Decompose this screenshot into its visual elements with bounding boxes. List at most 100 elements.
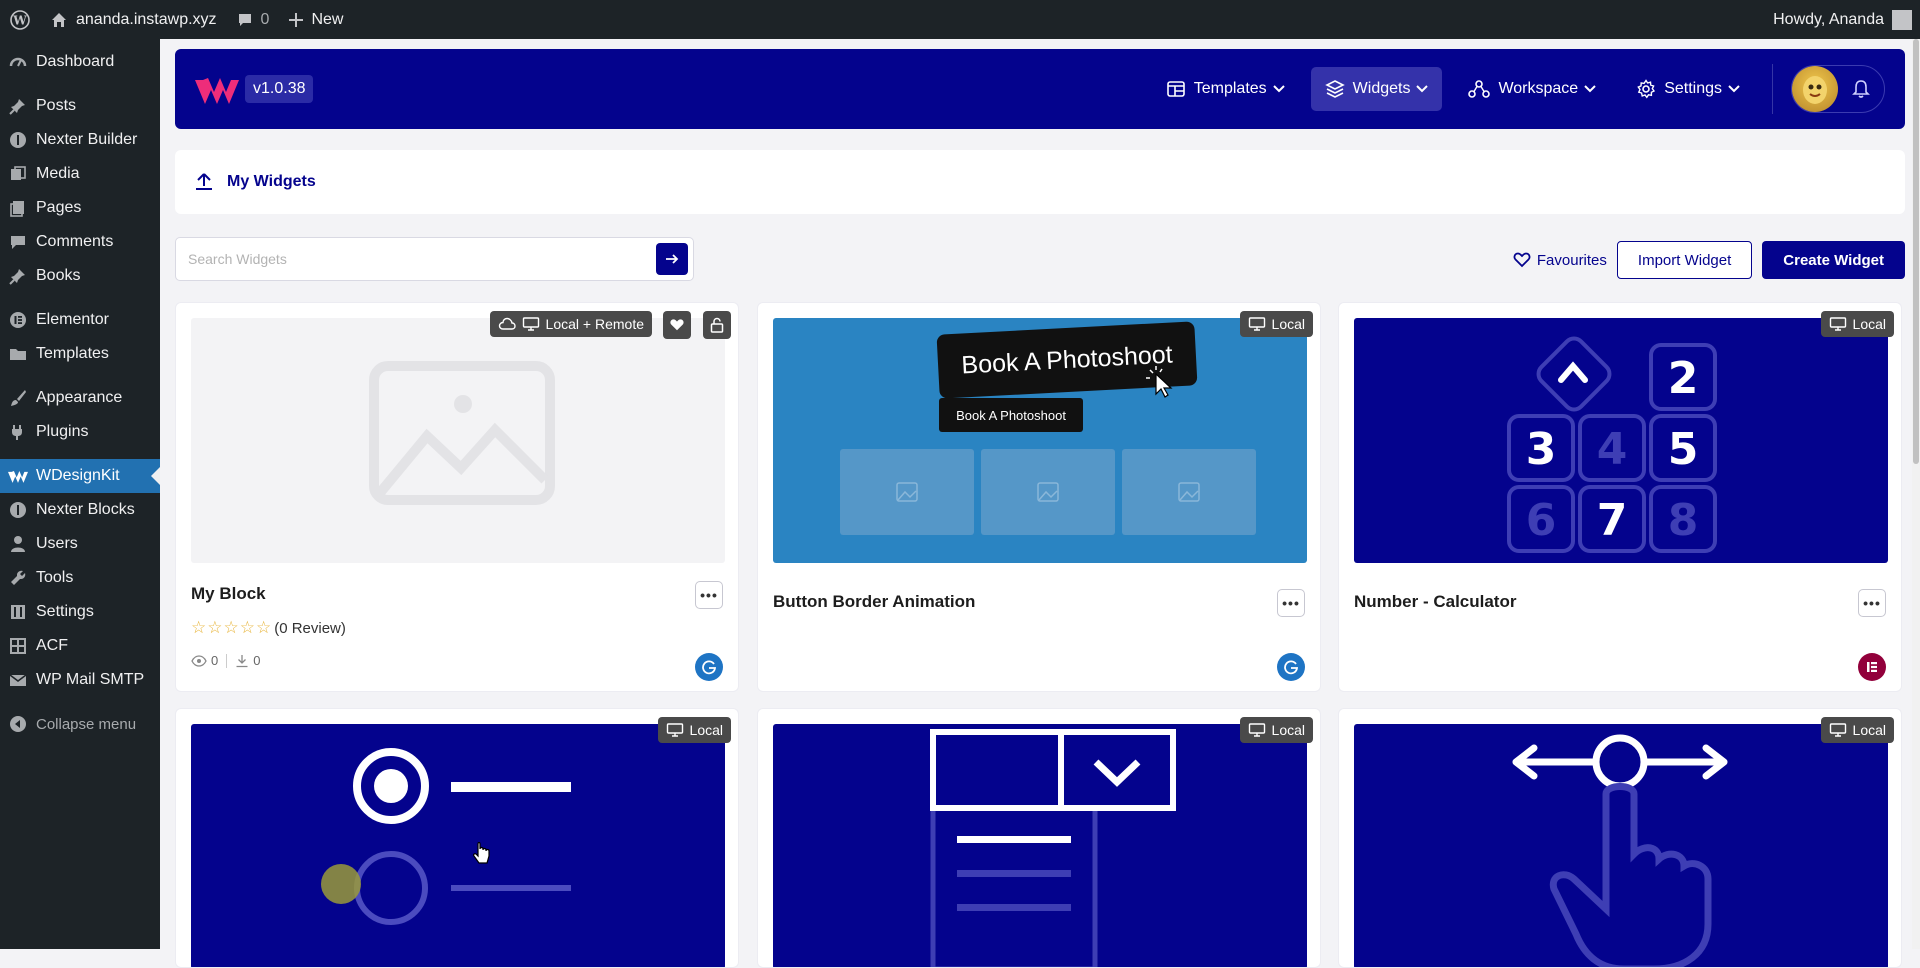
rating: ☆☆☆☆☆ (0 Review): [191, 618, 346, 638]
account-menu[interactable]: Howdy, Ananda: [1755, 0, 1920, 39]
lock-button[interactable]: [703, 311, 731, 339]
collapse-icon: [8, 714, 28, 734]
import-widget-button[interactable]: Import Widget: [1616, 241, 1753, 279]
downloads-count: 0: [253, 653, 261, 668]
favourites-link[interactable]: Favourites: [1513, 252, 1607, 269]
wdesignkit-logo[interactable]: v1.0.38: [195, 74, 314, 104]
nav-widgets[interactable]: Widgets: [1310, 67, 1443, 111]
sidebar-item-nexter-builder[interactable]: Nexter Builder: [0, 123, 160, 157]
favourite-button[interactable]: [663, 311, 691, 339]
nav-label: Widgets: [1352, 80, 1411, 97]
search-input[interactable]: [176, 239, 656, 279]
monitor-icon: [666, 723, 683, 737]
source-tag: Local: [657, 717, 731, 743]
nav-settings[interactable]: Settings: [1622, 67, 1754, 111]
sidebar-item-comments[interactable]: Comments: [0, 225, 160, 259]
widget-card[interactable]: Local: [1338, 708, 1902, 968]
widget-card[interactable]: Book A Photoshoot Book A Photoshoot Loca…: [757, 302, 1321, 692]
sidebar-item-wdesignkit[interactable]: WDesignKit: [0, 459, 160, 493]
sidebar-item-plugins[interactable]: Plugins: [0, 415, 160, 449]
version-badge: v1.0.38: [245, 75, 314, 103]
comments-link[interactable]: 0: [227, 0, 280, 39]
sidebar-item-users[interactable]: Users: [0, 527, 160, 561]
widget-title[interactable]: Number - Calculator: [1354, 592, 1516, 612]
widget-title[interactable]: Button Border Animation: [773, 592, 975, 612]
more-options-button[interactable]: •••: [1858, 589, 1886, 617]
widget-card[interactable]: Local: [175, 708, 739, 968]
grid-icon: [8, 636, 28, 656]
sidebar-item-nexter-blocks[interactable]: Nexter Blocks: [0, 493, 160, 527]
media-icon: [8, 164, 28, 184]
download-icon: [236, 654, 248, 667]
bell-icon[interactable]: [1852, 79, 1870, 99]
sidebar-item-tools[interactable]: Tools: [0, 561, 160, 595]
sidebar-item-label: Plugins: [36, 423, 89, 440]
more-options-button[interactable]: •••: [695, 581, 723, 609]
mouse-pointer-icon: [473, 842, 490, 864]
sidebar-item-label: Pages: [36, 199, 82, 216]
widget-thumbnail[interactable]: 2 3 4 5 6 7 8: [1354, 318, 1888, 563]
widget-card[interactable]: 2 3 4 5 6 7 8 Local Number - Calculator …: [1338, 302, 1902, 692]
widget-thumbnail[interactable]: Book A Photoshoot Book A Photoshoot: [773, 318, 1307, 563]
comment-icon: [8, 232, 28, 252]
create-widget-button[interactable]: Create Widget: [1762, 241, 1905, 279]
sidebar-item-dashboard[interactable]: Dashboard: [0, 45, 160, 79]
svg-text:4: 4: [1597, 424, 1628, 475]
source-label: Local + Remote: [545, 316, 644, 332]
plus-icon: [289, 12, 304, 27]
monitor-icon: [1829, 317, 1846, 331]
comment-icon: [238, 13, 251, 26]
gutenberg-badge: [1277, 653, 1305, 681]
user-avatar[interactable]: [1792, 66, 1838, 112]
main-content: v1.0.38 Templates Widgets Workspace Setting…: [160, 39, 1920, 968]
collapse-menu-button[interactable]: Collapse menu: [0, 707, 160, 741]
nav-workspace[interactable]: Workspace: [1454, 67, 1610, 111]
page-scrollbar[interactable]: [1912, 39, 1920, 949]
more-options-button[interactable]: •••: [1277, 589, 1305, 617]
sidebar-item-templates[interactable]: Templates: [0, 337, 160, 371]
sidebar-item-posts[interactable]: Posts: [0, 89, 160, 123]
source-label: Local: [1271, 722, 1305, 738]
widget-thumbnail[interactable]: [773, 724, 1307, 967]
sidebar-item-media[interactable]: Media: [0, 157, 160, 191]
nav-templates[interactable]: Templates: [1152, 67, 1299, 111]
folder-icon: [8, 344, 28, 364]
admin-bar: W ananda.instawp.xyz 0 New Howdy, Ananda: [0, 0, 1920, 39]
sidebar-item-label: Nexter Blocks: [36, 501, 135, 518]
source-label: Local: [689, 722, 723, 738]
scrollbar-thumb[interactable]: [1913, 39, 1919, 464]
chevron-down-icon: [1272, 85, 1285, 93]
source-tag: Local: [1239, 311, 1313, 337]
source-tag: Local + Remote: [489, 311, 652, 337]
widget-thumbnail[interactable]: [191, 318, 725, 563]
widget-thumbnail[interactable]: [1354, 724, 1888, 967]
wp-logo-button[interactable]: W: [0, 0, 40, 39]
heart-icon: [1513, 252, 1531, 268]
widget-thumbnail[interactable]: [191, 724, 725, 967]
widget-title[interactable]: My Block: [191, 584, 266, 604]
sidebar-item-settings[interactable]: Settings: [0, 595, 160, 629]
gutenberg-icon: [1284, 660, 1299, 675]
monitor-icon: [1248, 317, 1265, 331]
widget-card[interactable]: Local: [757, 708, 1321, 968]
sidebar-item-label: Users: [36, 535, 78, 552]
sidebar-item-appearance[interactable]: Appearance: [0, 381, 160, 415]
sidebar-item-books[interactable]: Books: [0, 259, 160, 293]
svg-text:8: 8: [1668, 495, 1699, 546]
swipe-gesture-graphic: [1512, 734, 1728, 967]
search-submit-button[interactable]: [656, 243, 688, 275]
widget-card[interactable]: Local + Remote My Block ••• ☆☆☆☆☆ (0 Rev…: [175, 302, 739, 692]
svg-text:2: 2: [1668, 353, 1699, 404]
pin-icon: [8, 266, 28, 286]
monitor-icon: [1829, 723, 1846, 737]
sidebar-item-acf[interactable]: ACF: [0, 629, 160, 663]
sidebar-item-wp-mail-smtp[interactable]: WP Mail SMTP: [0, 663, 160, 697]
sidebar-item-pages[interactable]: Pages: [0, 191, 160, 225]
site-name-link[interactable]: ananda.instawp.xyz: [40, 0, 227, 39]
home-icon: [52, 12, 66, 27]
sidebar-item-elementor[interactable]: Elementor: [0, 303, 160, 337]
sidebar-item-label: Nexter Builder: [36, 131, 138, 148]
user-menu[interactable]: [1791, 65, 1885, 113]
new-content-link[interactable]: New: [279, 0, 353, 39]
eye-icon: [191, 654, 207, 667]
